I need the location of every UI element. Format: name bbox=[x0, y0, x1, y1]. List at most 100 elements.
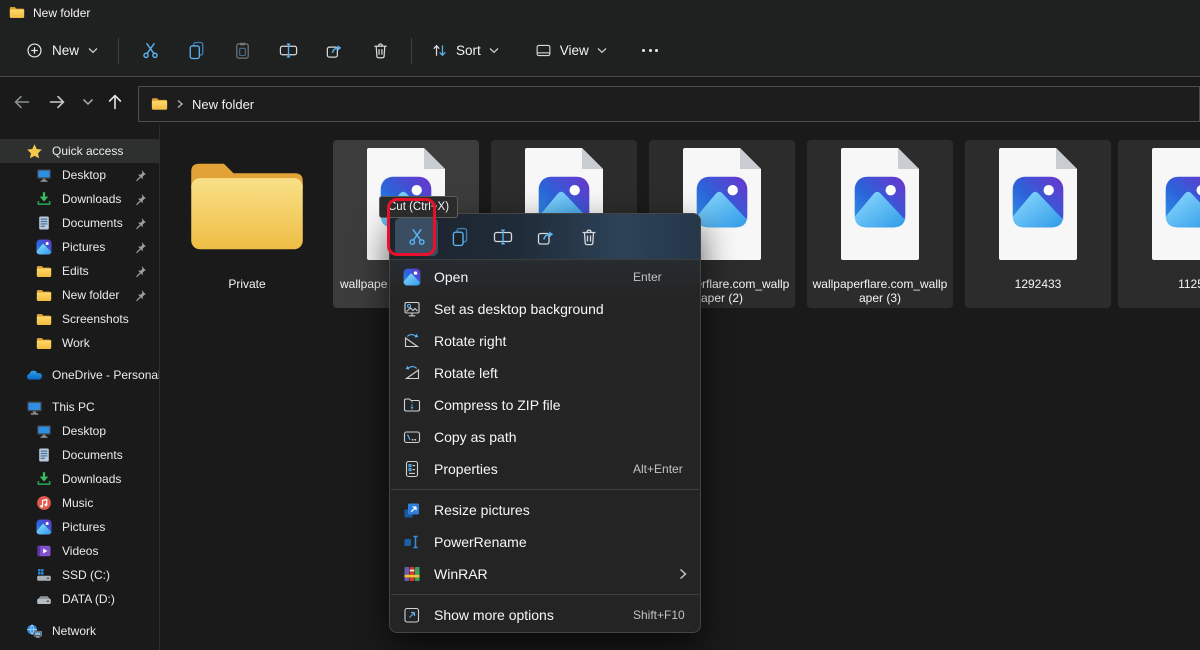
view-icon bbox=[535, 42, 552, 59]
more-options-button[interactable] bbox=[628, 49, 673, 52]
sidebar-item-new-folder[interactable]: New folder bbox=[0, 283, 159, 307]
desktop-icon bbox=[36, 167, 53, 184]
copy-path-icon bbox=[402, 428, 421, 447]
zip-folder-icon bbox=[402, 396, 421, 415]
copy-button[interactable] bbox=[438, 218, 481, 256]
context-menu: Open Enter Set as desktop background Rot… bbox=[389, 213, 701, 633]
forward-arrow-icon bbox=[47, 92, 67, 112]
powerrename-icon bbox=[402, 533, 421, 552]
sidebar-item-onedrive[interactable]: OneDrive - Personal bbox=[0, 363, 159, 387]
cut-tooltip: Cut (Ctrl+X) bbox=[379, 196, 458, 218]
properties-icon bbox=[402, 460, 421, 479]
sidebar-item-desktop[interactable]: Desktop bbox=[0, 163, 159, 187]
sidebar-item-this-pc[interactable]: This PC bbox=[0, 395, 159, 419]
menu-item-powerrename[interactable]: PowerRename bbox=[390, 526, 700, 558]
chevron-down-icon bbox=[82, 98, 94, 106]
menu-item-open[interactable]: Open Enter bbox=[390, 261, 700, 293]
view-label: View bbox=[560, 43, 589, 58]
sidebar-item-data-d[interactable]: DATA (D:) bbox=[0, 587, 159, 611]
sidebar-item-downloads[interactable]: Downloads bbox=[0, 187, 159, 211]
show-more-options-icon bbox=[402, 606, 421, 625]
sidebar-item-videos[interactable]: Videos bbox=[0, 539, 159, 563]
menu-item-rotate-right[interactable]: Rotate right bbox=[390, 325, 700, 357]
rename-icon bbox=[493, 227, 513, 247]
folder-icon bbox=[36, 335, 53, 352]
forward-button[interactable] bbox=[45, 90, 69, 114]
new-button[interactable]: New bbox=[14, 35, 110, 66]
sidebar-item-pictures[interactable]: Pictures bbox=[0, 235, 159, 259]
menu-item-winrar[interactable]: WinRAR bbox=[390, 558, 700, 590]
chevron-right-icon bbox=[176, 99, 184, 109]
file-tile-wallpaper-3[interactable]: wallpaperflare.com_wallpaper (3) bbox=[807, 140, 953, 308]
share-button[interactable] bbox=[311, 32, 357, 70]
plus-circle-icon bbox=[26, 42, 43, 59]
sidebar-item-pc-documents[interactable]: Documents bbox=[0, 443, 159, 467]
file-name: 1292433 bbox=[968, 277, 1108, 291]
menu-item-resize-pictures[interactable]: Resize pictures bbox=[390, 494, 700, 526]
file-tile-1125[interactable]: 1125 bbox=[1118, 140, 1200, 308]
documents-icon bbox=[36, 447, 53, 464]
sort-label: Sort bbox=[456, 43, 481, 58]
sidebar-item-ssd-c[interactable]: SSD (C:) bbox=[0, 563, 159, 587]
file-tile-1292433[interactable]: 1292433 bbox=[965, 140, 1111, 308]
rotate-right-icon bbox=[402, 332, 421, 351]
file-tile-private[interactable]: Private bbox=[174, 140, 320, 308]
delete-button[interactable] bbox=[357, 32, 403, 70]
chevron-down-icon bbox=[489, 47, 499, 54]
address-bar[interactable]: New folder bbox=[138, 86, 1200, 122]
sidebar-item-documents[interactable]: Documents bbox=[0, 211, 159, 235]
file-explorer-window: New folder New So bbox=[0, 0, 1200, 650]
cut-button[interactable] bbox=[127, 32, 173, 70]
rename-button[interactable] bbox=[481, 218, 524, 256]
share-button[interactable] bbox=[524, 218, 567, 256]
chevron-down-icon bbox=[597, 47, 607, 54]
sort-button[interactable]: Sort bbox=[420, 34, 510, 67]
delete-icon bbox=[371, 41, 390, 60]
image-icon bbox=[402, 268, 421, 287]
menu-item-compress-to-zip[interactable]: Compress to ZIP file bbox=[390, 389, 700, 421]
menu-item-copy-as-path[interactable]: Copy as path bbox=[390, 421, 700, 453]
window-title: New folder bbox=[33, 6, 90, 20]
view-button[interactable]: View bbox=[524, 34, 618, 67]
menu-divider bbox=[391, 594, 699, 595]
sidebar-item-pc-desktop[interactable]: Desktop bbox=[0, 419, 159, 443]
paste-button[interactable] bbox=[219, 32, 265, 70]
toolbar-divider bbox=[118, 38, 119, 64]
menu-divider bbox=[391, 489, 699, 490]
menu-item-rotate-left[interactable]: Rotate left bbox=[390, 357, 700, 389]
sidebar-item-work[interactable]: Work bbox=[0, 331, 159, 355]
desktop-background-icon bbox=[402, 300, 421, 319]
delete-button[interactable] bbox=[567, 218, 610, 256]
sidebar-item-quick-access[interactable]: Quick access bbox=[0, 139, 159, 163]
pictures-icon bbox=[36, 519, 53, 536]
folder-icon bbox=[36, 287, 53, 304]
breadcrumb-location: New folder bbox=[192, 97, 254, 112]
menu-item-properties[interactable]: Properties Alt+Enter bbox=[390, 453, 700, 485]
copy-icon bbox=[450, 227, 470, 247]
pin-icon bbox=[134, 193, 147, 206]
menu-item-show-more-options[interactable]: Show more options Shift+F10 bbox=[390, 599, 700, 631]
file-name: wallpaperflare.com_wallpaper (3) bbox=[810, 277, 950, 305]
sort-icon bbox=[431, 42, 448, 59]
sidebar-item-music[interactable]: Music bbox=[0, 491, 159, 515]
command-bar: New Sort View bbox=[0, 25, 1200, 77]
sidebar-item-network[interactable]: Network bbox=[0, 619, 159, 643]
videos-icon bbox=[36, 543, 53, 560]
sidebar-item-edits[interactable]: Edits bbox=[0, 259, 159, 283]
back-button[interactable] bbox=[10, 90, 34, 114]
context-menu-quick-actions bbox=[390, 214, 700, 260]
network-icon bbox=[26, 623, 43, 640]
pin-icon bbox=[134, 289, 147, 302]
cut-button[interactable] bbox=[395, 218, 438, 256]
star-icon bbox=[26, 143, 43, 160]
rename-button[interactable] bbox=[265, 32, 311, 70]
music-icon bbox=[36, 495, 53, 512]
up-button[interactable] bbox=[103, 90, 127, 114]
cut-icon bbox=[141, 41, 160, 60]
menu-item-set-as-desktop-background[interactable]: Set as desktop background bbox=[390, 293, 700, 325]
copy-button[interactable] bbox=[173, 32, 219, 70]
sidebar-item-pc-downloads[interactable]: Downloads bbox=[0, 467, 159, 491]
sidebar-item-pc-pictures[interactable]: Pictures bbox=[0, 515, 159, 539]
recent-locations-button[interactable] bbox=[76, 90, 100, 114]
sidebar-item-screenshots[interactable]: Screenshots bbox=[0, 307, 159, 331]
